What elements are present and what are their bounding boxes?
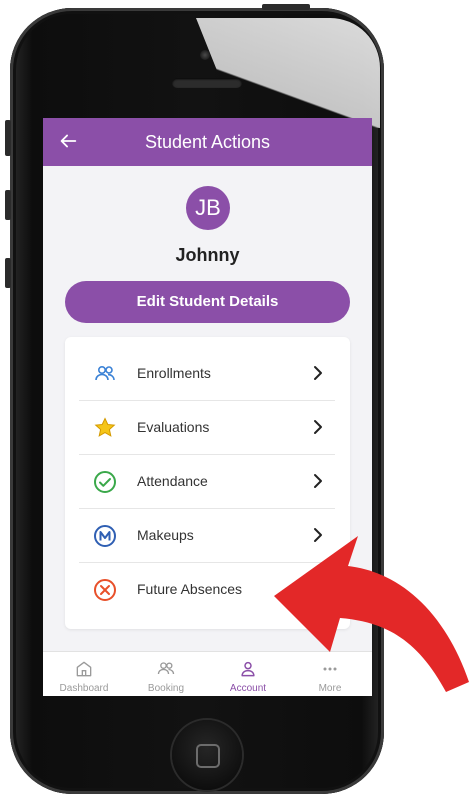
list-item-label: Evaluations (137, 419, 210, 435)
home-icon (76, 661, 92, 677)
earpiece-speaker (172, 78, 242, 88)
avatar: JB (186, 186, 230, 230)
m-circle-icon (94, 525, 116, 547)
check-circle-icon (94, 471, 116, 493)
person-icon (241, 661, 255, 677)
page-title: Student Actions (144, 132, 271, 152)
chevron-right-icon (314, 420, 322, 434)
list-item-label: Future Absences (137, 581, 243, 597)
tab-dashboard[interactable]: Dashboard (43, 652, 125, 696)
people-icon (95, 366, 115, 381)
list-item-label: Enrollments (137, 365, 211, 381)
volume-up-button (5, 190, 11, 220)
chevron-right-icon (314, 474, 322, 488)
x-circle-icon (94, 579, 116, 601)
tab-label: Dashboard (59, 683, 109, 694)
power-button (262, 4, 310, 10)
red-curved-arrow-icon (274, 536, 469, 692)
volume-down-button (5, 258, 11, 288)
star-icon (94, 417, 116, 437)
chevron-right-icon (314, 366, 322, 380)
tab-label: Booking (147, 683, 185, 694)
list-item-evaluations[interactable]: Evaluations (79, 401, 335, 455)
mute-switch (5, 120, 11, 156)
list-item-attendance[interactable]: Attendance (79, 455, 335, 509)
home-button[interactable] (172, 720, 242, 790)
list-item-label: Attendance (137, 473, 208, 489)
list-item-label: Makeups (137, 527, 194, 543)
screen-glare (196, 18, 380, 128)
edit-student-details-button[interactable]: Edit Student Details (65, 281, 350, 323)
app-header: Student Actions (43, 118, 372, 166)
list-item-enrollments[interactable]: Enrollments (79, 347, 335, 401)
home-square-icon (196, 744, 220, 768)
front-camera (200, 50, 210, 60)
tab-booking[interactable]: Booking (125, 652, 207, 696)
people-icon (157, 662, 175, 675)
student-name: Johnny (175, 245, 240, 265)
